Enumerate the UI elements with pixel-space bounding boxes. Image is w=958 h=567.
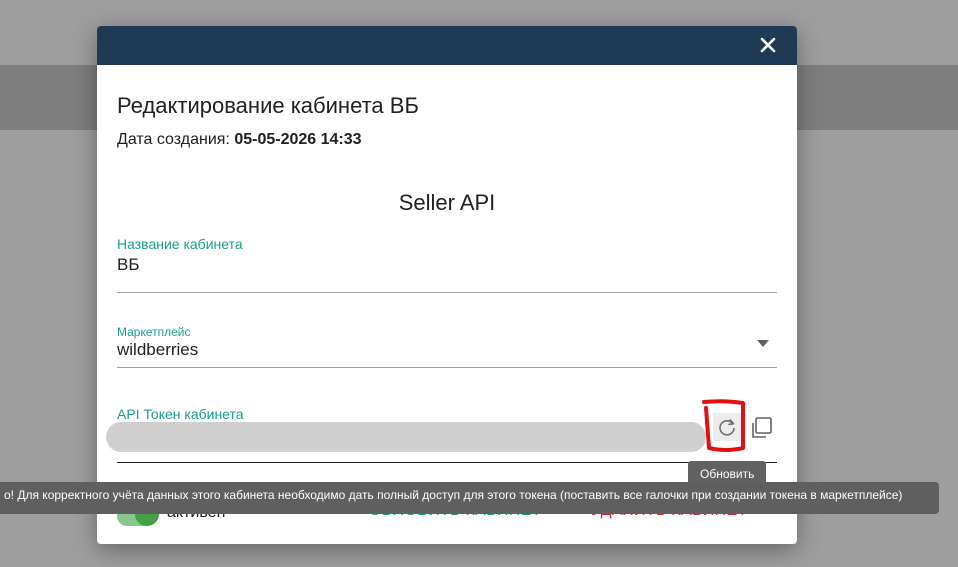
copy-icon <box>752 417 772 438</box>
close-button[interactable] <box>757 34 779 56</box>
refresh-icon <box>719 418 735 436</box>
api-token-underline <box>117 462 777 463</box>
copy-token-button[interactable] <box>747 414 775 442</box>
cabinet-name-field[interactable]: Название кабинета ВБ <box>117 236 777 294</box>
info-snackbar: о! Для корректного учёта данных этого ка… <box>0 482 939 514</box>
cabinet-name-input[interactable]: ВБ <box>117 255 777 275</box>
dialog-header <box>97 26 797 65</box>
api-token-input[interactable] <box>106 422 706 452</box>
marketplace-select[interactable]: Маркетплейс wildberries <box>117 325 777 369</box>
api-token-label: API Токен кабинета <box>117 406 244 422</box>
created-label: Дата создания: <box>117 131 230 148</box>
created-value: 05-05-2026 14:33 <box>234 131 362 148</box>
dialog-title: Редактирование кабинета ВБ <box>117 93 419 118</box>
cabinet-name-underline <box>117 292 777 293</box>
created-date: Дата создания: 05-05-2026 14:33 <box>117 131 362 149</box>
marketplace-underline <box>117 367 777 368</box>
marketplace-label: Маркетплейс <box>117 325 191 339</box>
cabinet-name-label: Название кабинета <box>117 236 243 252</box>
refresh-token-button[interactable] <box>713 413 741 441</box>
section-title: Seller API <box>398 190 496 215</box>
marketplace-value[interactable]: wildberries <box>117 340 777 360</box>
chevron-down-icon[interactable] <box>757 340 769 347</box>
close-icon <box>760 37 776 53</box>
